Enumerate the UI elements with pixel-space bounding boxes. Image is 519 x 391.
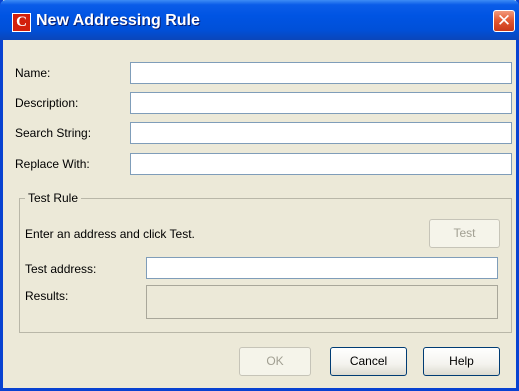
- title-bar[interactable]: C New Addressing Rule ✕: [0, 0, 519, 40]
- test-instruction-text: Enter an address and click Test.: [25, 227, 195, 241]
- help-button[interactable]: Help: [423, 347, 500, 376]
- test-rule-group-title: Test Rule: [25, 191, 82, 205]
- description-field[interactable]: [131, 93, 511, 113]
- results-field: [146, 285, 498, 319]
- name-field-frame[interactable]: [130, 62, 512, 84]
- test-address-field[interactable]: [147, 258, 497, 278]
- ok-button[interactable]: OK: [239, 347, 311, 376]
- search-string-label: Search String:: [15, 126, 92, 140]
- test-address-label: Test address:: [25, 262, 97, 276]
- description-label: Description:: [15, 96, 79, 110]
- test-button[interactable]: Test: [429, 219, 500, 248]
- results-label: Results:: [25, 289, 69, 303]
- close-icon[interactable]: ✕: [493, 10, 515, 32]
- dialog-window: C New Addressing Rule ✕ Name: Descriptio…: [0, 0, 519, 391]
- name-label: Name:: [15, 66, 51, 80]
- search-string-field[interactable]: [131, 123, 511, 143]
- app-icon: C: [12, 13, 31, 32]
- replace-with-field-frame[interactable]: [130, 153, 512, 175]
- replace-with-field[interactable]: [131, 154, 511, 174]
- dialog-title: New Addressing Rule: [36, 12, 200, 29]
- replace-with-label: Replace With:: [15, 157, 90, 171]
- test-address-field-frame[interactable]: [146, 257, 498, 279]
- description-field-frame[interactable]: [130, 92, 512, 114]
- cancel-button[interactable]: Cancel: [330, 347, 407, 376]
- name-field[interactable]: [131, 63, 511, 83]
- search-string-field-frame[interactable]: [130, 122, 512, 144]
